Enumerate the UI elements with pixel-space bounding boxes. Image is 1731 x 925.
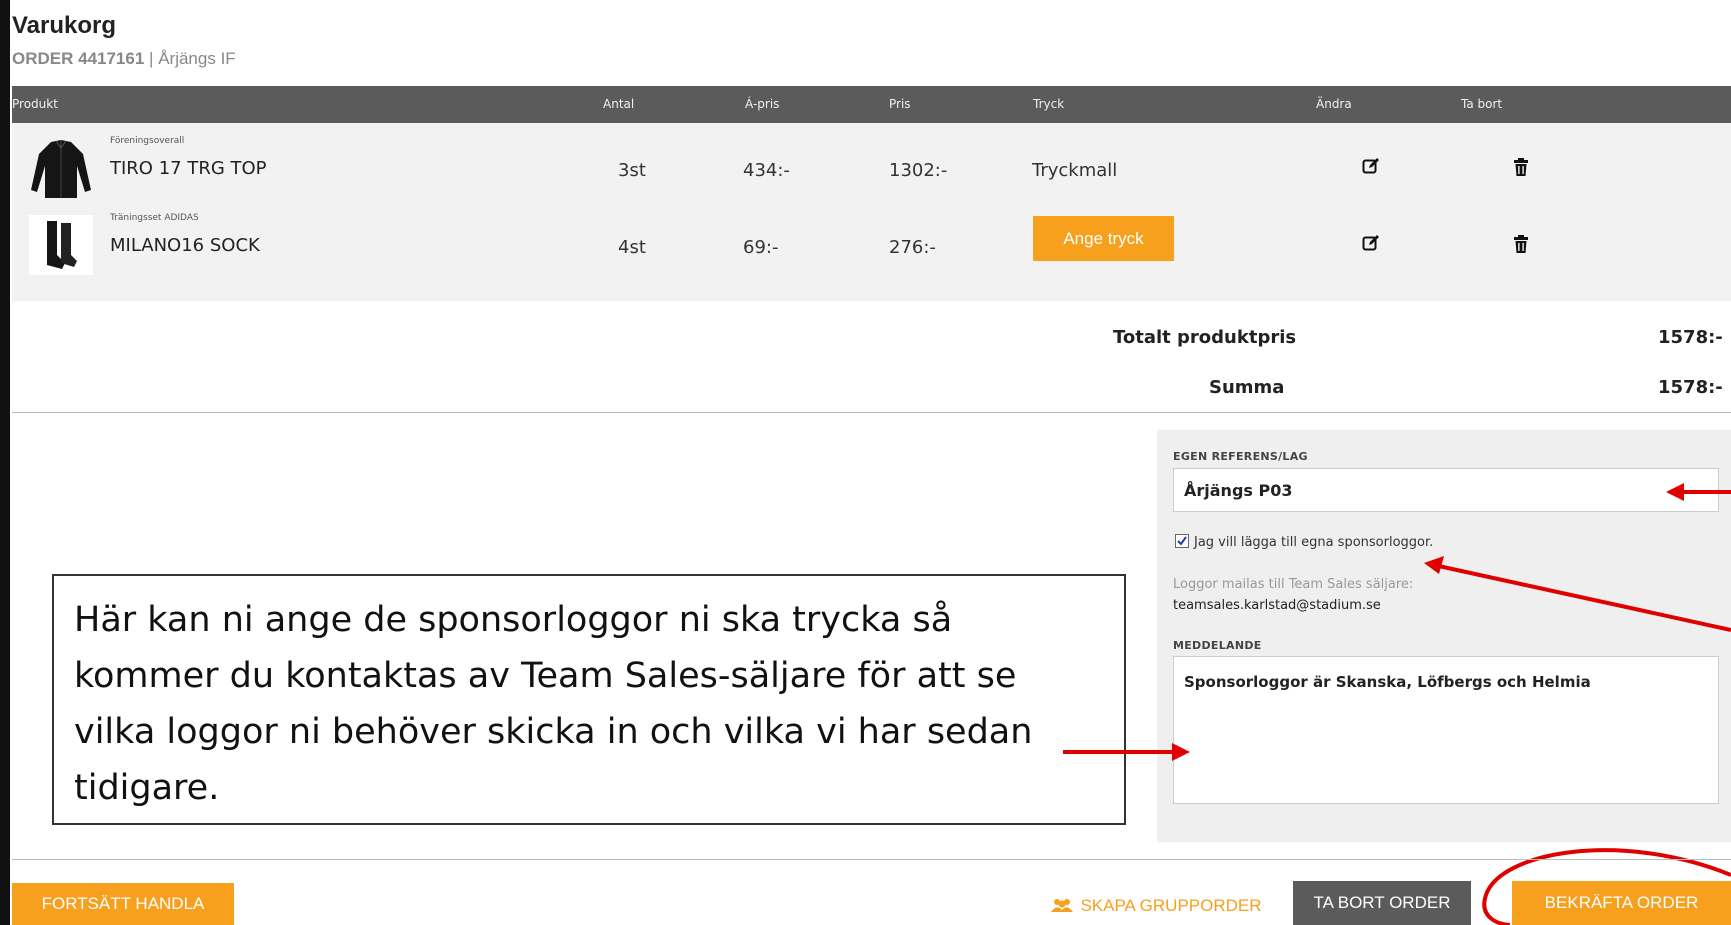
continue-shopping-button[interactable]: FORTSÄTT HANDLA [12, 883, 234, 925]
checkbox-arrow [1433, 563, 1731, 632]
group-icon [1051, 899, 1073, 912]
confirm-order-button[interactable]: BEKRÄFTA ORDER [1512, 881, 1731, 925]
create-group-order-label: SKAPA GRUPPORDER [1080, 896, 1262, 915]
divider [12, 859, 1731, 860]
delete-order-button[interactable]: TA BORT ORDER [1293, 881, 1471, 925]
annotation-arrows [1063, 483, 1731, 925]
reference-arrowhead [1666, 483, 1684, 501]
checkbox-arrowhead [1424, 556, 1444, 574]
message-arrowhead [1172, 743, 1190, 761]
create-group-order-link[interactable]: SKAPA GRUPPORDER [1051, 895, 1262, 917]
